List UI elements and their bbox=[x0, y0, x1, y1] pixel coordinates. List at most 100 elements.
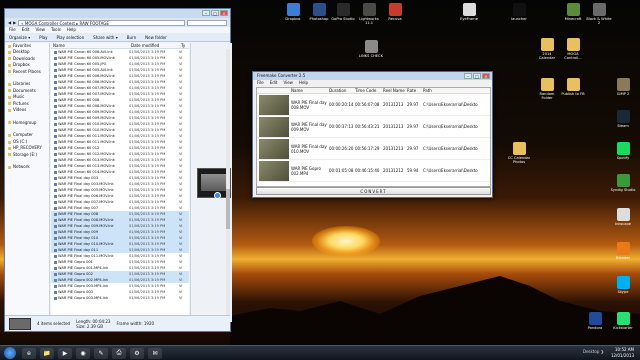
video-file-icon bbox=[54, 128, 57, 132]
video-file-icon bbox=[54, 140, 57, 144]
start-button[interactable] bbox=[4, 347, 16, 359]
desktop-icon[interactable]: Pandora bbox=[582, 312, 608, 330]
play-icon[interactable] bbox=[214, 192, 221, 199]
desktop-icon[interactable]: Spotify bbox=[610, 142, 636, 160]
col-timecode[interactable]: Time Code bbox=[355, 88, 383, 93]
desktop-icon[interactable]: GoPro Studio bbox=[330, 3, 356, 21]
video-file-icon bbox=[54, 134, 57, 138]
converter-minimize-button[interactable]: – bbox=[464, 73, 472, 79]
desktop-icon[interactable]: Black & White 2 bbox=[586, 3, 612, 25]
desktop-icon-label: Kickstarter bbox=[613, 326, 633, 330]
app-icon bbox=[512, 3, 526, 16]
desktop-icon[interactable]: Lightworks 11.1 bbox=[356, 3, 382, 25]
convert-button[interactable]: CONVERT bbox=[256, 187, 491, 195]
col-path[interactable]: Path bbox=[423, 88, 478, 93]
table-row[interactable]: WAR PIE Gopro 003.MP4.lnk 01/06/2013 3:19… bbox=[51, 295, 189, 301]
nav-item[interactable]: Network bbox=[5, 164, 49, 170]
col-name[interactable]: Name bbox=[291, 88, 329, 93]
converter-menu-view[interactable]: View bbox=[283, 80, 293, 86]
desktop-icon[interactable]: Inkscape bbox=[610, 208, 636, 226]
app-icon bbox=[540, 38, 554, 51]
clip-row[interactable]: WAR PIE Final day 009.MOV 00:00:37:13 00:5… bbox=[257, 116, 490, 138]
col-duration[interactable]: Duration bbox=[329, 88, 355, 93]
clip-row[interactable]: WAR PIE Gopro 002.MP4 00:01:05:08 00:46:15… bbox=[257, 160, 490, 182]
forward-icon[interactable]: ▶ bbox=[13, 20, 16, 25]
folder-icon bbox=[8, 83, 11, 87]
length-value: Length: 00:04:23 bbox=[76, 318, 111, 324]
minimize-button[interactable]: – bbox=[202, 10, 210, 16]
desktop-icon[interactable]: CC Calendar Photos bbox=[506, 142, 532, 164]
video-file-icon bbox=[54, 218, 57, 222]
clip-row[interactable]: WAR PIE Final day 008.MOV 00:00:20:14 00:5… bbox=[257, 94, 490, 116]
desktop-icon-label: 2014 Calendar bbox=[538, 52, 556, 60]
desktop-icon[interactable]: Blender bbox=[610, 242, 636, 260]
desktop-icon[interactable]: MOGA Controll... bbox=[560, 38, 586, 60]
desktop-icon[interactable]: Recuva bbox=[382, 3, 408, 21]
desktop-icon[interactable]: Steam bbox=[610, 110, 636, 128]
converter-maximize-button[interactable]: □ bbox=[473, 73, 481, 79]
column-type[interactable]: Ty bbox=[179, 43, 189, 48]
desktop-icon-label: Lightworks 11.1 bbox=[359, 17, 379, 25]
app-icon bbox=[616, 276, 630, 289]
app-icon bbox=[616, 110, 630, 123]
clock[interactable]: 10:52 AM 12/01/2013 bbox=[611, 347, 634, 359]
scrollbar[interactable] bbox=[226, 49, 230, 319]
toolbar-button[interactable]: New folder bbox=[145, 33, 167, 41]
column-date-modified[interactable]: Date modified bbox=[129, 43, 179, 48]
desktop-icon[interactable]: LINKS CHECK bbox=[358, 40, 384, 58]
col-rate[interactable]: Rate bbox=[407, 88, 423, 93]
taskbar-app-icon[interactable]: ⚙ bbox=[130, 347, 144, 359]
column-name[interactable]: Name bbox=[51, 43, 129, 48]
maximize-button[interactable]: □ bbox=[211, 10, 219, 16]
desktop-icon-label: Skype bbox=[617, 290, 629, 294]
desktop-icon[interactable]: Publish to FB bbox=[560, 78, 586, 96]
desktop-icon[interactable]: Skype bbox=[610, 276, 636, 294]
taskbar-app-icon[interactable]: ▶ bbox=[58, 347, 72, 359]
taskbar-app-icon[interactable]: e bbox=[22, 347, 36, 359]
col-reel[interactable]: Reel Name bbox=[383, 88, 407, 93]
clip-row[interactable]: WAR PIE Final day 010.MOV 00:00:26:20 00:5… bbox=[257, 138, 490, 160]
taskbar-app-icon[interactable]: ⎙ bbox=[112, 347, 126, 359]
file-name[interactable]: WAR PIE Gopro 003.MP4.lnk bbox=[58, 295, 108, 301]
scrollbar-thumb[interactable] bbox=[226, 189, 230, 229]
toolbar-button[interactable]: Share with ▾ bbox=[93, 33, 118, 41]
desktop-icon-label: Black & White 2 bbox=[586, 17, 612, 25]
converter-menu-file[interactable]: File bbox=[257, 80, 264, 86]
close-button[interactable]: × bbox=[220, 10, 228, 16]
address-bar[interactable]: « MOGA Controller Contest ▸ RAW FOOTAGE bbox=[18, 19, 185, 26]
desktop-icon[interactable]: Random Folder bbox=[534, 78, 560, 100]
taskbar-app-icon[interactable]: ◉ bbox=[76, 347, 90, 359]
app-icon bbox=[388, 3, 402, 16]
desktop-icon[interactable]: GIMP 2 bbox=[610, 78, 636, 96]
desktop-icon[interactable]: launcher bbox=[506, 3, 532, 21]
desktop-icon[interactable]: 2014 Calendar bbox=[534, 38, 560, 60]
clip-table: Name Duration Time Code Reel Name Rate P… bbox=[256, 87, 491, 187]
toolbar-button[interactable]: Play selection bbox=[57, 33, 85, 41]
video-file-icon bbox=[54, 260, 57, 264]
clip-path: C:\Users\Ekserarrial\Desktop\RAW... bbox=[423, 102, 478, 107]
desktop-icon-label: GIMP 2 bbox=[616, 92, 630, 96]
desktop-icon[interactable]: Syndig Studio bbox=[610, 174, 636, 192]
desktop-icon[interactable]: EyeFrame bbox=[456, 3, 482, 21]
selected-count: 4 items selected bbox=[37, 321, 71, 326]
converter-close-button[interactable]: × bbox=[482, 73, 490, 79]
desktop-icon[interactable]: Kickstarter bbox=[610, 312, 636, 330]
app-icon bbox=[512, 142, 526, 155]
converter-menu-help[interactable]: Help bbox=[299, 80, 308, 86]
taskbar-app-icon[interactable]: 📁 bbox=[40, 347, 54, 359]
clip-duration: 00:00:26:20 bbox=[329, 146, 354, 151]
search-input[interactable] bbox=[187, 19, 227, 26]
taskbar-app-icon[interactable]: ✉ bbox=[148, 347, 162, 359]
converter-menu-edit[interactable]: Edit bbox=[270, 80, 278, 86]
converter-titlebar[interactable]: Freemake Converter 2.5 – □ × bbox=[253, 72, 492, 80]
taskbar-app-icon[interactable]: ✎ bbox=[94, 347, 108, 359]
toolbar-button[interactable]: Organize ▾ bbox=[9, 33, 30, 41]
desktop-icon[interactable]: Dropbox bbox=[280, 3, 306, 21]
desktop-icon[interactable]: Photoshop bbox=[306, 3, 332, 21]
explorer-titlebar[interactable]: – □ × bbox=[5, 9, 230, 18]
toolbar-button[interactable]: Play bbox=[39, 33, 47, 41]
back-icon[interactable]: ◀ bbox=[8, 20, 11, 25]
tray-desktop-label[interactable]: Desktop ❯ bbox=[583, 349, 604, 354]
desktop-icon[interactable]: Minecraft bbox=[560, 3, 586, 21]
toolbar-button[interactable]: Burn bbox=[127, 33, 136, 41]
